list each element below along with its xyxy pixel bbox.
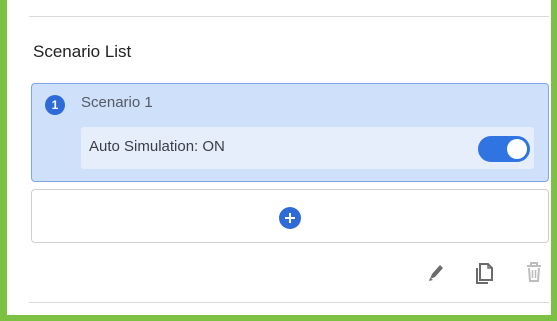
scenario-actions [0,258,557,288]
top-divider [29,16,549,17]
trash-icon [521,258,547,286]
plus-circle-icon[interactable] [279,207,301,229]
scenario-card[interactable]: 1 Scenario 1 Auto Simulation: ON [31,83,549,182]
bottom-divider [29,302,549,303]
section-title: Scenario List [33,42,132,61]
auto-simulation-toggle[interactable] [478,136,530,162]
scenario-name: Scenario 1 [81,94,153,111]
auto-simulation-row: Auto Simulation: ON [81,127,534,169]
pencil-icon[interactable] [423,258,449,286]
toggle-knob [507,139,527,159]
copy-icon[interactable] [472,258,498,286]
auto-simulation-label: Auto Simulation: ON [89,138,225,155]
scenario-number-badge: 1 [45,95,65,115]
add-scenario-card[interactable] [31,189,549,243]
